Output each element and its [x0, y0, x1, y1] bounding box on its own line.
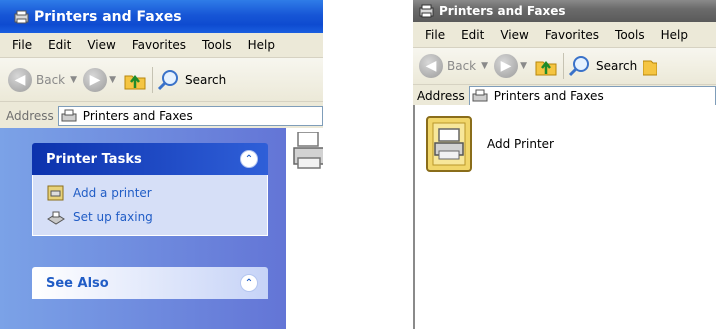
address-value: Printers and Faxes [493, 89, 604, 103]
task-add-printer[interactable]: Add a printer [47, 181, 253, 205]
toolbar-separator [151, 66, 153, 93]
back-button-label[interactable]: Back [447, 59, 476, 73]
explorer-content: Add Printer [413, 105, 716, 329]
back-arrow-icon[interactable]: ◀ [419, 54, 443, 78]
window-title: Printers and Faxes [439, 4, 566, 18]
search-button[interactable]: Search [157, 68, 226, 92]
add-printer-item[interactable]: Add Printer [425, 115, 554, 173]
printers-folder-icon [61, 109, 77, 122]
menu-favorites[interactable]: Favorites [124, 38, 194, 52]
address-bar: Address Printers and Faxes [0, 102, 323, 131]
explorer-content: Printer Tasks ⌃ Add a printer Set up fax… [0, 128, 323, 329]
search-label: Search [595, 59, 638, 73]
menu-bar: File Edit View Favorites Tools Help [413, 22, 716, 48]
printer-tasks-group: Printer Tasks ⌃ Add a printer Set up fax… [32, 143, 268, 236]
search-magnifier-icon [157, 69, 178, 90]
search-button[interactable]: Search [568, 54, 637, 78]
printers-folder-icon [419, 4, 434, 18]
task-set-up-faxing[interactable]: Set up faxing [47, 205, 253, 229]
folder-up-icon[interactable] [533, 54, 559, 78]
search-magnifier-icon [568, 56, 589, 77]
folder-up-icon[interactable] [122, 68, 148, 92]
forward-dropdown-icon[interactable]: ▼ [520, 61, 527, 71]
task-pane: Printer Tasks ⌃ Add a printer Set up fax… [0, 128, 286, 329]
address-label: Address [417, 89, 465, 103]
task-label: Set up faxing [73, 210, 153, 224]
forward-dropdown-icon[interactable]: ▼ [109, 75, 116, 85]
fax-icon [47, 211, 65, 225]
toolbar-separator [562, 53, 564, 79]
title-bar[interactable]: Printers and Faxes [0, 0, 323, 33]
back-dropdown-icon[interactable]: ▼ [70, 75, 77, 85]
forward-arrow-icon[interactable]: ▶ [83, 67, 108, 92]
see-also-title: See Also [46, 275, 109, 291]
address-field[interactable]: Printers and Faxes [57, 106, 323, 126]
add-printer-wizard-icon [426, 116, 472, 172]
printers-faxes-window-classic: Printers and Faxes File Edit View Favori… [413, 0, 716, 329]
task-label: Add a printer [73, 186, 152, 200]
back-arrow-icon[interactable]: ◀ [8, 67, 32, 92]
forward-arrow-icon[interactable]: ▶ [494, 54, 519, 78]
menu-view[interactable]: View [492, 28, 536, 42]
menu-tools[interactable]: Tools [194, 38, 240, 52]
printer-icon[interactable] [292, 132, 323, 172]
printer-tasks-title: Printer Tasks [46, 151, 142, 167]
folders-icon[interactable] [643, 55, 658, 77]
printers-folder-icon [472, 89, 488, 102]
printer-tasks-header[interactable]: Printer Tasks ⌃ [32, 143, 268, 175]
back-dropdown-icon[interactable]: ▼ [481, 61, 488, 71]
see-also-group: See Also ⌃ [32, 267, 268, 299]
menu-help[interactable]: Help [240, 38, 283, 52]
printer-tasks-body: Add a printer Set up faxing [32, 175, 268, 236]
collapse-chevron-icon[interactable]: ⌃ [240, 274, 258, 292]
collapse-chevron-icon[interactable]: ⌃ [240, 150, 258, 168]
printer-list-pane [286, 128, 323, 329]
printers-faxes-window-xp: Printers and Faxes File Edit View Favori… [0, 0, 323, 329]
menu-bar: File Edit View Favorites Tools Help [0, 33, 323, 58]
menu-file[interactable]: File [4, 38, 40, 52]
address-value: Printers and Faxes [82, 109, 193, 123]
menu-edit[interactable]: Edit [453, 28, 492, 42]
search-label: Search [184, 72, 227, 87]
item-label: Add Printer [487, 137, 554, 151]
menu-edit[interactable]: Edit [40, 38, 79, 52]
title-bar[interactable]: Printers and Faxes [413, 0, 716, 22]
menu-tools[interactable]: Tools [607, 28, 653, 42]
menu-view[interactable]: View [79, 38, 123, 52]
see-also-header[interactable]: See Also ⌃ [32, 267, 268, 299]
menu-file[interactable]: File [417, 28, 453, 42]
address-field[interactable]: Printers and Faxes [468, 86, 716, 106]
back-button-label[interactable]: Back [36, 73, 65, 87]
printers-folder-icon [14, 10, 29, 23]
standard-toolbar: ◀ Back ▼ ▶ ▼ Search [0, 58, 323, 102]
menu-favorites[interactable]: Favorites [537, 28, 607, 42]
address-label: Address [6, 109, 54, 123]
add-printer-icon [47, 185, 64, 201]
window-title: Printers and Faxes [34, 8, 182, 25]
menu-help[interactable]: Help [653, 28, 696, 42]
standard-toolbar: ◀ Back ▼ ▶ ▼ Search [413, 48, 716, 85]
